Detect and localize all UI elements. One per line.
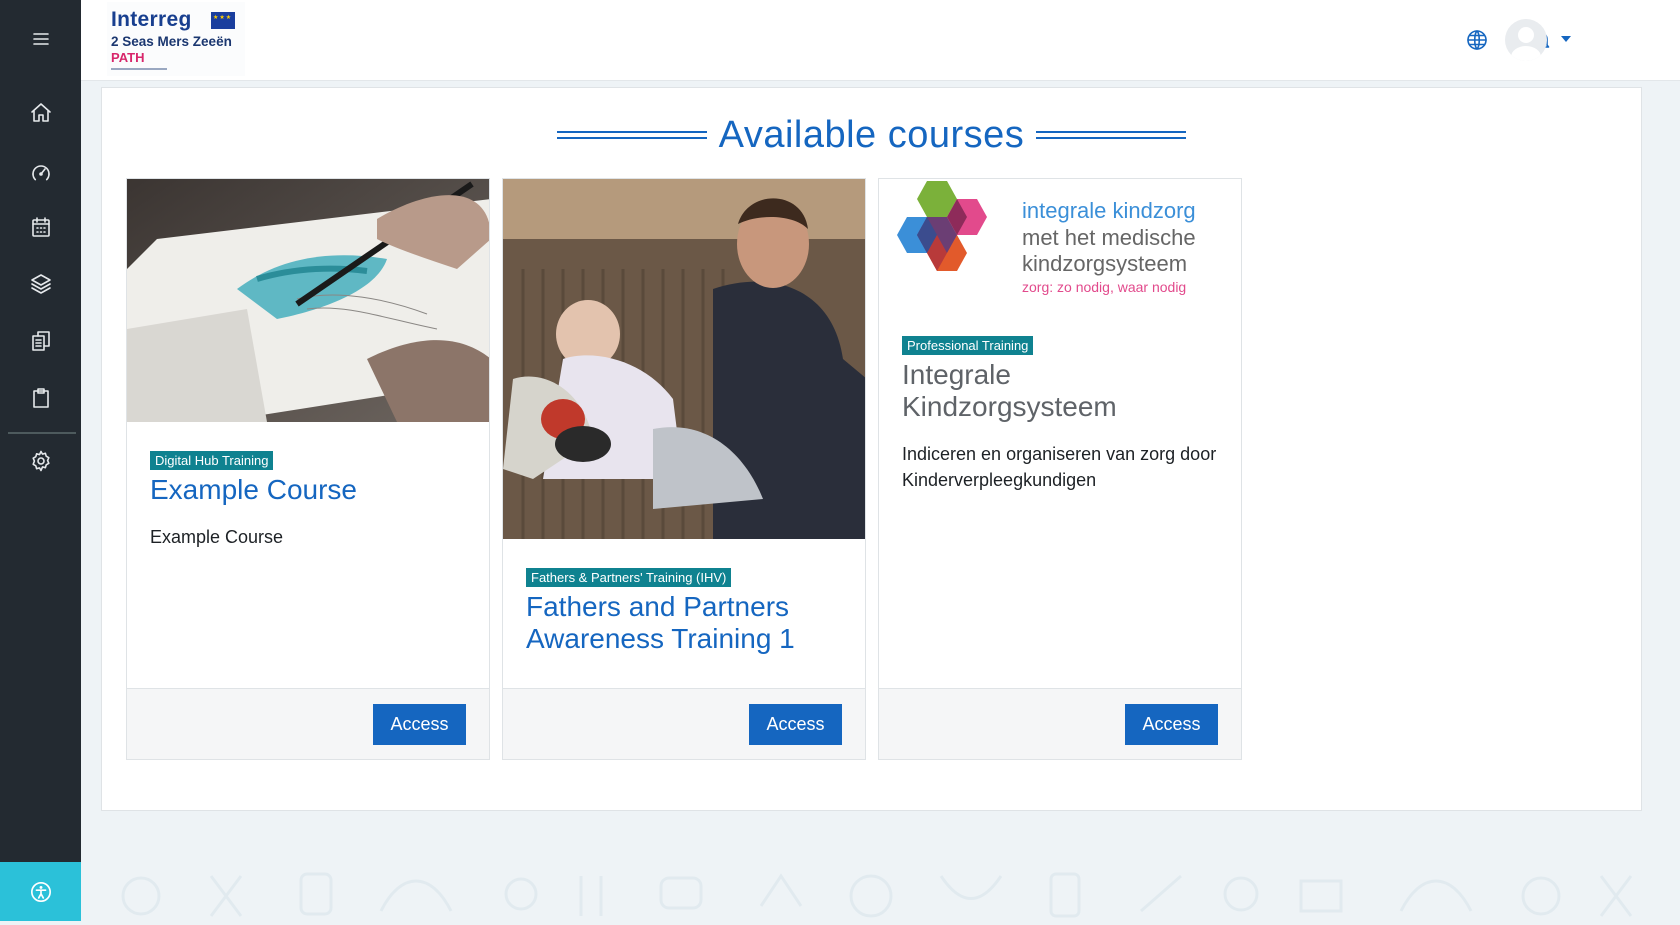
logo-line1: Interreg [111, 8, 192, 31]
course-description: Indiceren en organiseren van zorg door K… [902, 444, 1217, 490]
eu-flag-icon [211, 12, 235, 29]
card-footer: Access [127, 688, 489, 759]
course-card-fathers-partners: Fathers & Partners' Training (IHV) Fathe… [502, 178, 866, 760]
accessibility-icon[interactable] [0, 862, 81, 921]
course-image-kindzorg-logo[interactable]: integrale kindzorg met het medische kind… [879, 179, 1241, 309]
interreg-logo[interactable]: Interreg 2 Seas Mers Zeeën PATH [107, 2, 245, 76]
home-icon[interactable] [0, 91, 81, 135]
category-badge: Professional Training [902, 336, 1034, 355]
chevron-down-icon[interactable] [1561, 36, 1571, 42]
heading-rule-right [1036, 131, 1187, 139]
available-courses-panel: Available courses Digital Hub Training E… [101, 87, 1642, 811]
section-heading: Available courses [102, 110, 1641, 160]
access-button[interactable]: Access [749, 704, 842, 745]
course-card-body: Digital Hub Training Example Course Exam… [150, 450, 466, 550]
course-image-painting[interactable] [127, 179, 489, 422]
kindzorg-logo-tagline: zorg: zo nodig, waar nodig [1022, 279, 1187, 295]
course-card-example: Digital Hub Training Example Course Exam… [126, 178, 490, 760]
decorative-background-pattern [81, 866, 1680, 921]
category-badge: Fathers & Partners' Training (IHV) [526, 568, 732, 587]
logo-line3: PATH [111, 50, 145, 65]
hamburger-menu-icon[interactable] [0, 17, 81, 61]
globe-icon[interactable] [1459, 22, 1495, 58]
kindzorg-logo-line2: met het medische [1022, 225, 1196, 250]
avatar[interactable] [1505, 19, 1547, 61]
course-card-body: Professional Training Integrale Kindzorg… [902, 335, 1218, 493]
sidebar-divider [8, 432, 76, 434]
clipboard-icon[interactable] [0, 376, 81, 420]
card-footer: Access [503, 688, 865, 759]
category-badge: Digital Hub Training [150, 451, 274, 470]
course-card-integrale-kindzorg: integrale kindzorg met het medische kind… [878, 178, 1242, 760]
logo-line2: 2 Seas Mers Zeeën [111, 34, 232, 49]
top-header: Interreg 2 Seas Mers Zeeën PATH [81, 0, 1680, 81]
files-icon[interactable] [0, 319, 81, 363]
layers-icon[interactable] [0, 262, 81, 306]
dashboard-gauge-icon[interactable] [0, 148, 81, 192]
course-card-body: Fathers & Partners' Training (IHV) Fathe… [526, 567, 842, 655]
course-title-link[interactable]: Fathers and Partners Awareness Training … [526, 591, 842, 655]
access-button[interactable]: Access [373, 704, 466, 745]
course-title-link[interactable]: Example Course [150, 474, 466, 506]
page-title: Available courses [718, 113, 1025, 156]
gear-icon[interactable] [0, 439, 81, 483]
heading-rule-left [556, 131, 707, 139]
course-image-father-baby[interactable] [503, 179, 865, 539]
kindzorg-logo-line1: integrale kindzorg [1022, 198, 1196, 223]
logo-divider [111, 68, 167, 70]
course-description: Example Course [150, 527, 284, 547]
sidebar [0, 0, 81, 921]
calendar-icon[interactable] [0, 205, 81, 249]
card-footer: Access [879, 688, 1241, 759]
course-title[interactable]: Integrale Kindzorgsysteem [902, 359, 1218, 423]
kindzorg-logo-line3: kindzorgsysteem [1022, 251, 1188, 276]
access-button[interactable]: Access [1125, 704, 1218, 745]
